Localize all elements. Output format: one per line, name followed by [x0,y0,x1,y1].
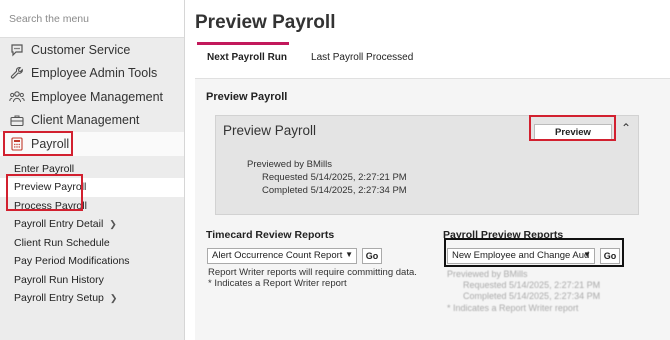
sidebar-sub-payroll-entry-setup[interactable]: Payroll Entry Setup ❯ [0,289,184,308]
blurred-note: * Indicates a Report Writer report [447,303,579,313]
sidebar-item-client-management[interactable]: Client Management [0,109,184,133]
sidebar-item-label: Employee Management [31,89,164,104]
payroll-preview-report-select[interactable]: New Employee and Change Aud ▼ [447,248,595,264]
sidebar-item-payroll[interactable]: Payroll [0,132,184,156]
report-writer-note: Report Writer reports will require commi… [208,267,417,278]
previewed-by-text: Previewed by BMills [247,159,332,170]
section-title: Preview Payroll [206,91,288,103]
chat-icon [9,42,25,58]
tab-strip: Next Payroll Run Last Payroll Processed [195,42,425,68]
sidebar-item-customer-service[interactable]: Customer Service [0,38,184,62]
preview-status: Previewed by BMills Requested 5/14/2025,… [247,158,407,197]
chevron-down-icon: ▼ [345,250,353,259]
payroll-preview-reports-title: Payroll Preview Reports [443,229,564,241]
sidebar: Search the menu Customer Service Employe… [0,0,185,340]
sidebar-sub-process-payroll[interactable]: Process Payroll [0,197,184,216]
sidebar-sub-label: Pay Period Modifications [14,255,130,268]
sidebar-sub-pay-period-modifications[interactable]: Pay Period Modifications [0,252,184,271]
sidebar-item-employee-management[interactable]: Employee Management [0,85,184,109]
content-area: Preview Payroll Preview Payroll Preview … [195,78,670,340]
sidebar-sub-label: Client Run Schedule [14,236,110,249]
blurred-requested: Requested 5/14/2025, 2:27:21 PM [463,280,601,290]
preview-panel-title: Preview Payroll [223,123,317,138]
sidebar-item-label: Client Management [31,113,140,128]
tab-next-payroll-run[interactable]: Next Payroll Run [195,42,299,68]
chevron-right-icon: ❯ [109,292,118,303]
sidebar-sub-label: Enter Payroll [14,162,75,175]
chevron-right-icon: ❯ [109,218,117,229]
sidebar-sub-label: Payroll Entry Detail [14,218,104,231]
timecard-reports-title: Timecard Review Reports [206,229,335,241]
sidebar-sub-label: Payroll Entry Setup [14,292,104,305]
tab-last-payroll-processed[interactable]: Last Payroll Processed [299,42,425,68]
sidebar-sub-label: Preview Payroll [14,181,87,194]
main-content: Preview Payroll Next Payroll Run Last Pa… [186,0,670,340]
payroll-preview-selected: New Employee and Change Aud [452,250,590,261]
sidebar-sub-client-run-schedule[interactable]: Client Run Schedule [0,234,184,253]
sidebar-item-label: Payroll [31,136,70,151]
preview-panel: Preview Payroll Preview ⌃ Previewed by B… [215,115,639,215]
sidebar-sub-payroll-run-history[interactable]: Payroll Run History [0,271,184,290]
completed-text: Completed 5/14/2025, 2:27:34 PM [262,185,407,196]
sidebar-sub-label: Payroll Run History [14,273,104,286]
people-icon [9,89,25,105]
blurred-previewed-by: Previewed by BMills [447,269,528,279]
sidebar-item-employee-admin-tools[interactable]: Employee Admin Tools [0,62,184,86]
payroll-preview-go-button[interactable]: Go [600,248,620,264]
asterisk-note: * Indicates a Report Writer report [208,278,347,289]
calculator-icon [9,136,25,152]
menu-search-input[interactable]: Search the menu [0,0,184,38]
timecard-report-selected: Alert Occurrence Count Report [212,250,343,261]
sidebar-item-label: Employee Admin Tools [31,66,158,81]
preview-button[interactable]: Preview [534,124,612,140]
sidebar-sub-label: Process Payroll [14,199,87,212]
timecard-go-button[interactable]: Go [362,248,382,264]
chevron-down-icon: ▼ [583,250,591,259]
sidebar-sub-preview-payroll[interactable]: Preview Payroll [0,178,184,197]
timecard-report-select[interactable]: Alert Occurrence Count Report ▼ [207,248,357,264]
wrench-icon [9,65,25,81]
briefcase-icon [9,112,25,128]
page-title: Preview Payroll [195,12,336,33]
blurred-completed: Completed 5/14/2025, 2:27:34 PM [463,291,601,301]
chevron-up-icon[interactable]: ⌃ [621,121,631,135]
sidebar-sub-enter-payroll[interactable]: Enter Payroll [0,160,184,179]
requested-text: Requested 5/14/2025, 2:27:21 PM [262,172,407,183]
sidebar-item-label: Customer Service [31,42,131,57]
timecard-note: Report Writer reports will require commi… [208,267,417,289]
sidebar-sub-payroll-entry-detail[interactable]: Payroll Entry Detail ❯ [0,215,184,234]
